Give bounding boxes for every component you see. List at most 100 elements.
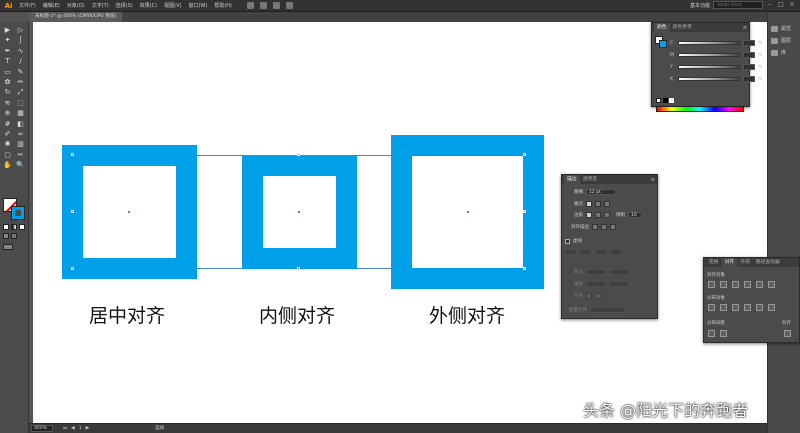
- align-bottom-icon[interactable]: [768, 281, 775, 288]
- gap-field[interactable]: [580, 249, 592, 255]
- perspective-icon[interactable]: ▦: [16, 109, 25, 118]
- arrow-end-select[interactable]: [609, 269, 629, 275]
- distribute-left-icon[interactable]: [744, 304, 751, 311]
- weight-input[interactable]: 12 pt: [586, 189, 616, 195]
- arrange-documents-icon[interactable]: [260, 2, 267, 9]
- arrow-start-select[interactable]: [586, 269, 606, 275]
- tab-transform[interactable]: 变换: [706, 258, 722, 267]
- panel-menu-icon[interactable]: ≡: [651, 177, 655, 183]
- tab-color-guide[interactable]: 颜色参考: [670, 23, 695, 32]
- menu-edit[interactable]: 编辑(E): [43, 2, 60, 9]
- align-top-icon[interactable]: [744, 281, 751, 288]
- selection-handle[interactable]: [297, 267, 300, 270]
- align-vcenter-icon[interactable]: [756, 281, 763, 288]
- tab-color[interactable]: 颜色: [654, 23, 670, 32]
- stock-search-input[interactable]: Adobe Stock: [713, 1, 763, 9]
- dock-libraries[interactable]: 库: [771, 49, 786, 56]
- dash-field[interactable]: [565, 249, 577, 255]
- minimize-icon[interactable]: –: [766, 1, 774, 9]
- direct-select-icon[interactable]: ▷: [16, 26, 25, 35]
- gradient-icon[interactable]: ◧: [16, 120, 25, 129]
- menu-view[interactable]: 视图(V): [164, 2, 181, 9]
- miter-join-icon[interactable]: [586, 212, 592, 218]
- pencil-icon[interactable]: ✏: [16, 78, 25, 87]
- tab-transparency[interactable]: 透明度: [580, 175, 600, 184]
- width-icon[interactable]: ≋: [3, 99, 12, 108]
- white-swatch[interactable]: [669, 98, 674, 103]
- eyedropper-icon[interactable]: ✐: [3, 130, 12, 139]
- gpu-performance-icon[interactable]: [273, 2, 280, 9]
- symbol-sprayer-icon[interactable]: ✺: [3, 140, 12, 149]
- scale-start-input[interactable]: [586, 281, 606, 287]
- selection-handle[interactable]: [297, 153, 300, 156]
- workspace-switcher[interactable]: 基本功能: [690, 2, 710, 9]
- channel-k-slider[interactable]: [678, 77, 740, 81]
- first-artboard-icon[interactable]: ⏮: [63, 426, 67, 432]
- send-icon[interactable]: [286, 2, 293, 9]
- pen-icon[interactable]: ✒: [3, 47, 12, 56]
- slice-icon[interactable]: ✂: [16, 151, 25, 160]
- blend-icon[interactable]: ∞: [16, 130, 25, 139]
- arrow-end-icon[interactable]: [595, 293, 601, 299]
- distribute-hspace-icon[interactable]: [720, 330, 727, 337]
- rectangle-icon[interactable]: ▭: [3, 68, 12, 77]
- selection-handle[interactable]: [71, 153, 74, 156]
- color-stroke-swatch[interactable]: [659, 40, 667, 48]
- color-mode-icon[interactable]: [3, 224, 9, 230]
- lasso-icon[interactable]: ʃ: [16, 36, 25, 45]
- none-mode-icon[interactable]: [19, 224, 25, 230]
- black-swatch[interactable]: [663, 98, 668, 103]
- round-cap-icon[interactable]: [595, 201, 601, 207]
- artboard-icon[interactable]: ▢: [3, 151, 12, 160]
- zoom-icon[interactable]: 🔍: [16, 161, 25, 170]
- align-left-icon[interactable]: [708, 281, 715, 288]
- channel-m-slider[interactable]: [678, 53, 740, 57]
- scale-end-input[interactable]: [609, 281, 629, 287]
- menu-file[interactable]: 文件(F): [19, 2, 36, 9]
- gap-field[interactable]: [610, 249, 622, 255]
- align-right-icon[interactable]: [732, 281, 739, 288]
- channel-c-value[interactable]: [743, 40, 755, 46]
- bevel-join-icon[interactable]: [604, 212, 610, 218]
- scale-icon[interactable]: ⤢: [16, 88, 25, 97]
- profile-select[interactable]: [590, 307, 626, 313]
- channel-k-value[interactable]: [743, 76, 755, 82]
- menu-select[interactable]: 选择(S): [116, 2, 133, 9]
- arrow-tip-icon[interactable]: [586, 293, 592, 299]
- gradient-mode-icon[interactable]: [11, 224, 17, 230]
- channel-y-slider[interactable]: [678, 65, 740, 69]
- distribute-right-icon[interactable]: [768, 304, 775, 311]
- selection-handle[interactable]: [523, 210, 526, 213]
- draw-normal-icon[interactable]: [3, 233, 9, 239]
- paintbrush-icon[interactable]: ✎: [16, 68, 25, 77]
- shape-builder-icon[interactable]: ⊕: [3, 109, 12, 118]
- menu-help[interactable]: 帮助(H): [214, 2, 232, 9]
- distribute-hcenter-icon[interactable]: [756, 304, 763, 311]
- align-center-icon[interactable]: [592, 224, 598, 230]
- tab-pathfinder[interactable]: 路径查找器: [753, 258, 783, 267]
- color-spectrum[interactable]: [656, 106, 744, 112]
- dashed-checkbox[interactable]: [565, 238, 570, 244]
- magic-wand-icon[interactable]: ✦: [3, 36, 12, 45]
- channel-y-value[interactable]: [743, 64, 755, 70]
- tab-align[interactable]: 对齐: [721, 258, 738, 267]
- line-icon[interactable]: /: [16, 57, 25, 66]
- distribute-bottom-icon[interactable]: [732, 304, 739, 311]
- stroke-swatch[interactable]: [11, 206, 25, 220]
- distribute-vcenter-icon[interactable]: [720, 304, 727, 311]
- panel-menu-icon[interactable]: ≡: [743, 25, 747, 31]
- type-icon[interactable]: T: [3, 57, 12, 66]
- distribute-top-icon[interactable]: [708, 304, 715, 311]
- prev-artboard-icon[interactable]: ◀: [71, 426, 75, 432]
- none-swatch[interactable]: [656, 98, 661, 103]
- curvature-icon[interactable]: ∿: [16, 47, 25, 56]
- tab-stroke[interactable]: 描边: [564, 175, 580, 184]
- selection-icon[interactable]: ▶: [3, 26, 12, 35]
- screen-mode-icon[interactable]: [3, 244, 13, 250]
- dash-field[interactable]: [595, 249, 607, 255]
- bridge-icon[interactable]: [247, 2, 254, 9]
- menu-type[interactable]: 文字(T): [92, 2, 109, 9]
- round-join-icon[interactable]: [595, 212, 601, 218]
- align-to-selection-icon[interactable]: [784, 330, 791, 337]
- butt-cap-icon[interactable]: [586, 201, 592, 207]
